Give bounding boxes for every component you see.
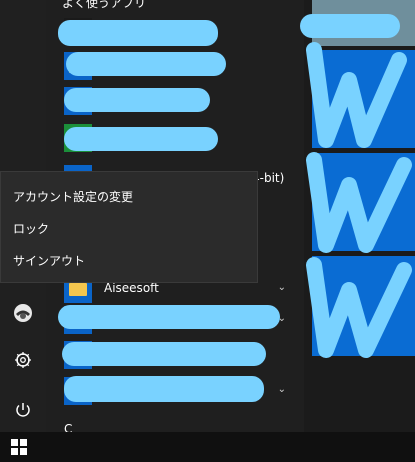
gear-icon — [15, 352, 31, 368]
menu-item-lock[interactable]: ロック — [1, 212, 257, 244]
power-icon — [16, 403, 30, 417]
redaction-mark — [300, 14, 400, 38]
menu-item-change-account-settings[interactable]: アカウント設定の変更 — [1, 180, 257, 212]
redaction-mark — [62, 342, 266, 366]
redaction-mark — [58, 20, 218, 46]
menu-item-sign-out[interactable]: サインアウト — [1, 244, 257, 276]
taskbar — [0, 432, 415, 462]
settings-button[interactable] — [0, 342, 46, 378]
account-context-menu: アカウント設定の変更 ロック サインアウト — [0, 171, 258, 283]
redaction-mark — [64, 376, 264, 402]
section-header: よく使うアプリ — [62, 0, 147, 10]
user-avatar-icon — [14, 304, 32, 322]
user-avatar-button[interactable] — [0, 295, 46, 331]
power-button[interactable] — [0, 392, 46, 428]
redaction-scribble — [306, 42, 412, 358]
windows-logo-icon — [11, 439, 27, 455]
redaction-mark — [66, 52, 226, 76]
redaction-mark — [64, 127, 218, 151]
chevron-down-icon: ⌄ — [277, 384, 286, 395]
chevron-down-icon: ⌄ — [277, 282, 286, 293]
start-button[interactable] — [0, 432, 38, 462]
redaction-mark — [58, 305, 280, 329]
redaction-mark — [64, 88, 210, 112]
app-label: Aiseesoft — [104, 281, 159, 295]
